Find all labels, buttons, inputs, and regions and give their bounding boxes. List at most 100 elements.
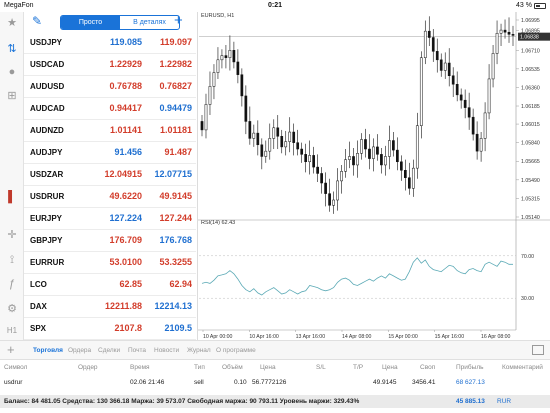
arrows-icon[interactable]: ⇅ [4,40,20,56]
candle [204,104,208,131]
price-tick-label: 1.06995 [521,18,540,24]
table-row[interactable]: usdrur 02.06 21:46 sell 0.10 56.7772126 … [0,376,550,391]
price-tick-label: 1.05140 [521,215,540,221]
quote-ask: 62.94 [169,279,192,289]
candle [364,139,367,150]
quote-row[interactable]: EURRUR 53.0100 53.3255 [24,252,196,274]
quote-row[interactable]: AUDJPY 91.456 91.487 [24,142,196,164]
candle [284,141,288,148]
candle [240,74,244,97]
crosshair-icon[interactable]: ✛ [4,226,20,242]
candle [292,131,296,143]
quote-row[interactable]: AUDUSD 0.76788 0.76827 [24,76,196,98]
candle [208,86,212,105]
add-chart-icon[interactable]: ⊞ [4,87,20,103]
quote-row[interactable]: USDCAD 1.22929 1.22982 [24,54,196,76]
candle [439,59,443,71]
candle [459,94,463,101]
quote-row[interactable]: LCO 62.85 62.94 [24,274,196,296]
quotes-list: USDJPY 119.085 119.097 USDCAD 1.22929 1.22982… [24,32,196,340]
quote-row[interactable]: USDJPY 119.085 119.097 [24,32,196,54]
settings-icon[interactable]: ⚙ [4,300,20,316]
candle [427,30,431,38]
candle [360,139,363,154]
quote-ask: 0.94479 [159,103,192,113]
candle [491,53,495,80]
tab-orders[interactable]: Ордера [68,347,91,354]
candle [336,180,339,201]
candle [411,167,415,189]
candle [407,177,411,189]
objects-icon[interactable]: ⟟ [4,252,20,268]
quote-row[interactable]: EURJPY 127.224 127.244 [24,208,196,230]
candle [380,154,383,166]
rsi-line [201,257,513,296]
candle [419,57,423,126]
row-time: 02.06 21:46 [130,379,165,386]
tab-simple[interactable]: Просто [61,16,120,29]
add-symbol-icon[interactable]: + [174,12,183,29]
candle [296,142,300,150]
quote-ask: 127.244 [159,213,192,223]
candle [248,121,252,139]
tab-trade[interactable]: Торговля [33,347,63,354]
price-tick-label: 1.06710 [521,48,540,54]
price-tick-label: 1.05315 [521,196,540,202]
quote-row[interactable]: USDRUR 49.6220 49.9145 [24,186,196,208]
total-profit: 45 885.13 [456,398,485,405]
indicator-icon[interactable]: ▌ [4,189,20,205]
tab-about[interactable]: О программе [216,347,256,354]
quote-row[interactable]: DAX 12211.88 12214.13 [24,296,196,318]
price-tick-label: 1.06360 [521,85,540,91]
tab-mail[interactable]: Почта [128,347,146,354]
quote-row[interactable]: GBPJPY 176.709 176.768 [24,230,196,252]
col-cur-price: Цена [382,364,398,371]
candle [435,51,439,61]
candle [392,140,395,151]
candle [376,146,379,155]
function-icon[interactable]: ƒ [4,276,20,292]
candle [352,156,355,166]
quote-bid: 49.6220 [109,191,142,201]
quote-row[interactable]: USDZAR 12.04915 12.07715 [24,164,196,186]
chart-symbol-title: EURUSD, H1 [201,13,235,19]
battery-icon [534,3,546,9]
row-swap: 3456.41 [412,379,436,386]
chat-icon[interactable]: ● [4,64,20,80]
price-chart[interactable]: 1.069951.068951.067101.065351.063601.061… [198,12,550,340]
candle [511,34,515,36]
status-bar: MegaFon 0:21 43 % [0,0,550,12]
quote-symbol: EURRUR [30,258,65,267]
candle [312,155,315,168]
quote-row[interactable]: SPX 2107.8 2109.5 [24,318,196,340]
candle [471,116,475,135]
candle [451,75,455,85]
timeframe-icon[interactable]: H1 [4,322,20,338]
row-volume: 0.10 [234,379,247,386]
quote-row[interactable]: AUDCAD 0.94417 0.94479 [24,98,196,120]
candle [224,55,228,58]
col-order: Ордер [78,364,98,371]
quotes-header: ✎ Просто В деталях + [24,12,196,32]
tab-news[interactable]: Новости [154,347,179,354]
chart-area[interactable]: 1.06995 1.06895 1.06710 1.06535 1.06360 1.061… [197,12,550,340]
tab-deals[interactable]: Сделки [98,347,120,354]
quote-row[interactable]: AUDNZD 1.01141 1.01181 [24,120,196,142]
quote-bid: 1.22929 [109,59,142,69]
quote-bid: 119.085 [109,37,142,47]
candle [236,61,240,75]
candle [507,31,511,35]
edit-icon[interactable]: ✎ [32,14,42,28]
star-icon[interactable]: ★ [4,14,20,30]
tab-journal[interactable]: Журнал [187,347,211,354]
col-symbol: Символ [4,364,28,371]
candle [256,132,260,146]
quote-bid: 62.85 [119,279,142,289]
col-comment: Комментарий [502,364,543,371]
maximize-icon[interactable] [532,345,544,355]
quote-symbol: USDRUR [30,192,65,201]
quote-ask: 0.76827 [159,81,192,91]
new-order-icon[interactable]: + [7,342,15,357]
candle [200,121,204,131]
tab-detailed[interactable]: В деталях [120,16,179,29]
